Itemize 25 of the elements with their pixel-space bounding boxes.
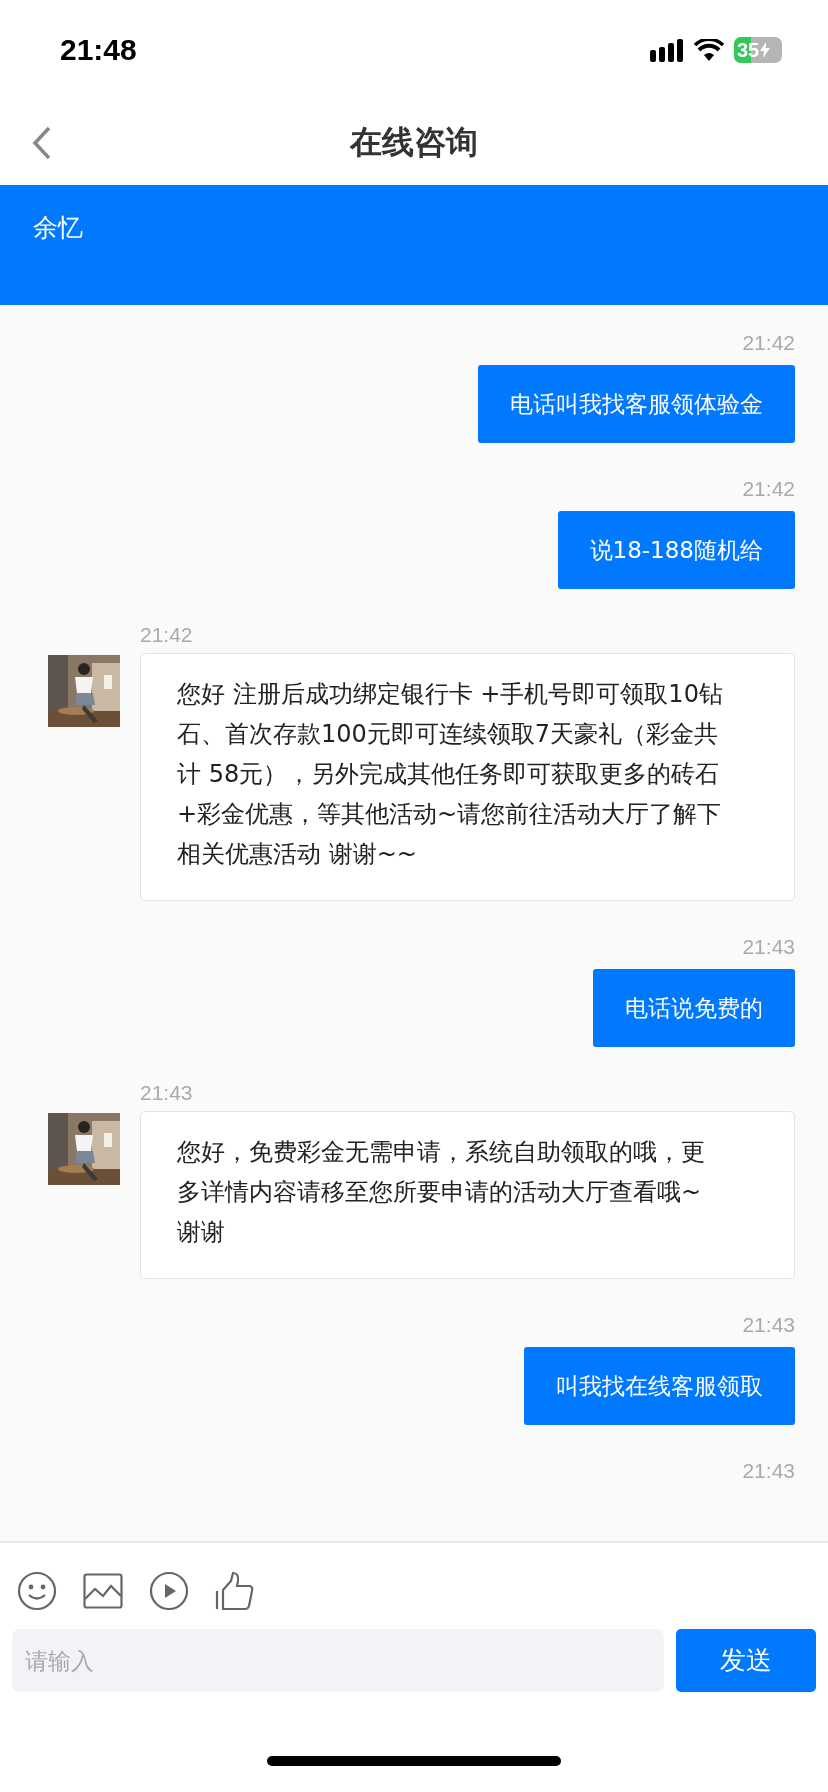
message-time: 21:42 <box>742 477 795 501</box>
message-time: 21:43 <box>742 935 795 959</box>
sent-message: 电话说免费的 <box>593 969 795 1047</box>
back-icon[interactable] <box>32 126 52 160</box>
image-icon[interactable] <box>83 1573 123 1609</box>
agent-name: 余忆 <box>33 213 83 242</box>
sent-message: 叫我找在线客服领取 <box>524 1347 795 1425</box>
message-time: 21:43 <box>742 1459 795 1483</box>
message-time: 21:43 <box>742 1313 795 1337</box>
thumbs-up-icon[interactable] <box>215 1571 255 1611</box>
page-title: 在线咨询 <box>350 121 478 163</box>
wifi-icon <box>694 39 724 61</box>
play-icon[interactable] <box>149 1571 189 1611</box>
received-message: 您好，免费彩金无需申请，系统自助领取的哦，更多详情内容请移至您所要申请的活动大厅查看哦~谢谢 <box>140 1111 795 1279</box>
message-time: 21:42 <box>742 331 795 355</box>
message-time: 21:43 <box>140 1081 194 1105</box>
sent-message: 电话叫我找客服领体验金 <box>478 365 795 443</box>
send-button[interactable]: 发送 <box>676 1629 816 1692</box>
signal-icon <box>650 38 684 62</box>
emoji-icon[interactable] <box>17 1571 57 1611</box>
message-input[interactable]: 请输入 <box>12 1629 664 1692</box>
received-message: 您好 注册后成功绑定银行卡 +手机号即可领取10钻石、首次存款100元即可连续领取7天豪礼（彩金共计 58元），另外完成其他任务即可获取更多的砖石+彩金优惠，等其他活动~请您前往活动大厅了解下相关优惠活动 谢谢~~ <box>140 653 795 901</box>
message-time: 21:42 <box>140 623 194 647</box>
sent-message: 说18-188随机给 <box>557 511 795 589</box>
status-time: 21:48 <box>60 33 137 67</box>
